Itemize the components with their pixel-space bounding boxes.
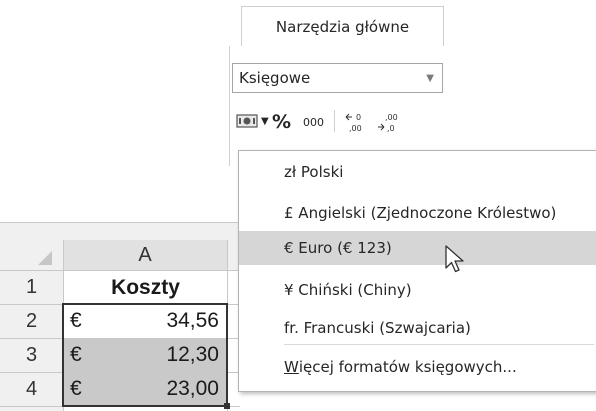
menu-item-chf[interactable]: fr. Francuski (Szwajcaria) xyxy=(239,311,596,345)
number-format-combo[interactable]: Księgowe ▼ xyxy=(232,63,443,93)
row-header-1[interactable]: 1 xyxy=(0,271,63,304)
row-header-4[interactable]: 4 xyxy=(0,373,63,406)
fill-handle[interactable] xyxy=(224,403,230,409)
tab-narzedzia-glowne[interactable]: Narzędzia główne xyxy=(241,6,444,46)
separator xyxy=(334,110,335,132)
svg-text:,00: ,00 xyxy=(349,124,362,133)
mouse-pointer-icon xyxy=(445,245,464,273)
selection-border xyxy=(62,303,228,407)
column-header-a[interactable]: A xyxy=(63,240,227,270)
row-header-3[interactable]: 3 xyxy=(0,339,63,372)
menu-item-pln[interactable]: zł Polski xyxy=(239,155,596,189)
tab-label: Narzędzia główne xyxy=(275,17,410,36)
comma-style-button[interactable]: 000 xyxy=(303,116,324,129)
number-format-value: Księgowe xyxy=(239,69,311,87)
menu-item-cny[interactable]: ¥ Chiński (Chiny) xyxy=(239,273,596,307)
accounting-currency-menu: zł Polski £ Angielski (Zjednoczone Króle… xyxy=(238,150,596,392)
menu-item-more-formats[interactable]: Więcej formatów księgowych... xyxy=(239,350,596,384)
percent-style-button[interactable]: % xyxy=(272,111,291,133)
row-header-2[interactable]: 2 xyxy=(0,305,63,338)
decrease-decimal-icon[interactable]: ,00 ,0 xyxy=(377,109,403,135)
select-all-icon[interactable] xyxy=(34,249,54,267)
chevron-down-icon[interactable]: ▼ xyxy=(426,73,434,84)
accounting-format-icon[interactable] xyxy=(236,113,258,129)
menu-item-eur[interactable]: € Euro (€ 123) xyxy=(239,231,596,265)
svg-text:0: 0 xyxy=(356,113,361,122)
svg-text:,00: ,00 xyxy=(385,113,398,122)
cell-a1[interactable]: Koszty xyxy=(64,271,227,304)
svg-text:,0: ,0 xyxy=(387,124,395,133)
menu-separator xyxy=(284,344,594,345)
ribbon-divider xyxy=(229,46,230,166)
accounting-dropdown-icon[interactable]: ▼ xyxy=(261,116,269,127)
menu-item-gbp[interactable]: £ Angielski (Zjednoczone Królestwo) xyxy=(239,196,596,230)
increase-decimal-icon[interactable]: 0 ,00 xyxy=(345,109,371,135)
